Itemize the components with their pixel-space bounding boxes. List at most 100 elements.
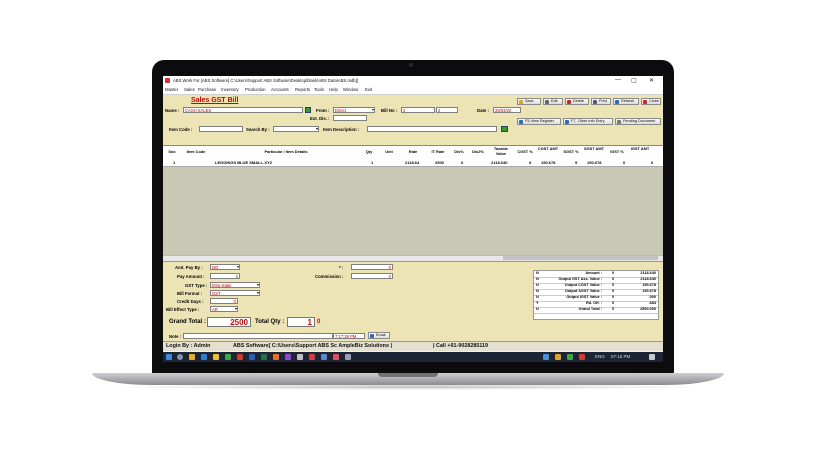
add-item-icon[interactable]: [501, 126, 508, 132]
email-button[interactable]: Email: [368, 332, 390, 339]
start-icon[interactable]: [166, 354, 172, 360]
abs-app-icon[interactable]: [309, 354, 315, 360]
save-button[interactable]: Save: [517, 98, 541, 105]
edit-button[interactable]: Edit: [543, 98, 563, 105]
view-register-button[interactable]: F5-View Register: [517, 118, 561, 125]
form-heading: Sales GST Bill: [191, 97, 239, 104]
bill-effect-select[interactable]: AR: [210, 306, 238, 312]
gst-type-select[interactable]: Intra-State: [210, 282, 260, 288]
document-icon: [617, 120, 621, 124]
commission-field[interactable]: 0: [351, 273, 393, 279]
menu-inventory[interactable]: Inventory: [221, 87, 239, 92]
app-blue-icon[interactable]: [321, 354, 327, 360]
menu-accounts[interactable]: Accounts: [271, 87, 289, 92]
edge-icon[interactable]: [201, 354, 207, 360]
app-orange-icon[interactable]: [273, 354, 279, 360]
col-rate: Rate: [408, 149, 418, 154]
minimize-button[interactable]: —: [615, 77, 621, 83]
bill-format-label: Bill Format :: [177, 291, 203, 296]
menu-reports[interactable]: Reports: [295, 87, 310, 92]
name-field[interactable]: CASH SALES: [183, 107, 303, 113]
tray-icon[interactable]: [543, 354, 549, 360]
cell-sgst-pct: 9: [575, 160, 578, 165]
tray-icon[interactable]: [555, 354, 561, 360]
app-purple-icon[interactable]: [285, 354, 291, 360]
status-bar: Login By : Admin ABS Software[ C:\Users\…: [163, 341, 663, 351]
from-select[interactable]: Direct: [333, 107, 375, 113]
menu-tools[interactable]: Tools: [314, 87, 324, 92]
language-indicator[interactable]: ENG: [595, 354, 605, 359]
close-button[interactable]: Close: [641, 98, 661, 105]
menu-exit[interactable]: Exit: [365, 87, 372, 92]
mail-icon: [370, 334, 374, 338]
table-row[interactable]: 1 LEGGINGS BLUE SMALL-XYZ 1 2118.64 2500…: [163, 159, 663, 167]
save-icon: [519, 100, 523, 104]
folder-icon[interactable]: [213, 354, 219, 360]
pay-amount-field[interactable]: 0: [210, 273, 240, 279]
menu-master[interactable]: Master: [165, 87, 178, 92]
menu-help[interactable]: Help: [329, 87, 338, 92]
col-item-code: Item Code: [186, 149, 206, 154]
billno-suffix-field[interactable]: 2: [436, 107, 458, 113]
credit-days-label: Credit Days :: [177, 299, 204, 304]
scrollbar-thumb[interactable]: [503, 256, 658, 260]
itemdesc-field[interactable]: [367, 126, 497, 132]
col-sgst-pct: SGST %: [563, 149, 579, 154]
col-sno: Sno: [168, 149, 176, 154]
app-pink-icon[interactable]: [333, 354, 339, 360]
window-title: ABS Work For [ABS Software] C:\Users\Sup…: [173, 78, 358, 83]
notification-icon[interactable]: [649, 354, 655, 360]
summary-row: N Grand Total :0 2500.000: [534, 307, 658, 314]
app-gray-icon[interactable]: [297, 354, 303, 360]
print-button[interactable]: Print: [591, 98, 611, 105]
menu-window[interactable]: Window: [343, 87, 358, 92]
menu-purchase[interactable]: Purchase: [198, 87, 216, 92]
word-icon[interactable]: [249, 354, 255, 360]
bill-header: Sales GST Bill Name : CASH SALES From : …: [163, 95, 663, 145]
refresh-icon: [615, 100, 619, 104]
other-info-button[interactable]: F7- Other Info Entry: [563, 118, 613, 125]
menu-production[interactable]: Production: [245, 87, 266, 92]
note-label: Note :: [169, 334, 182, 339]
maximize-button[interactable]: ▢: [631, 77, 637, 84]
date-field[interactable]: 28/03/20: [493, 107, 521, 113]
close-window-button[interactable]: ✕: [649, 77, 654, 84]
menu-sales[interactable]: Sales: [184, 87, 195, 92]
extdis-field[interactable]: [333, 115, 367, 121]
name-label: Name :: [165, 108, 180, 113]
cell-particulars: LEGGINGS BLUE SMALL-XYZ: [215, 160, 273, 165]
note-field[interactable]: [183, 333, 333, 339]
refresh-button[interactable]: Refresh: [613, 98, 639, 105]
status-call: | Call +91-9028285119: [433, 343, 489, 349]
printer-icon: [593, 100, 597, 104]
cell-it-rate: 2500: [435, 160, 444, 165]
amt-pay-by-select[interactable]: NO: [210, 264, 240, 270]
col-igst-amt: IGST AMT: [630, 146, 650, 151]
taskbar-clock[interactable]: 07:15 PM: [611, 354, 630, 359]
explorer-icon[interactable]: [189, 354, 195, 360]
payment-section: Amt. Pay By : NO Pay Amount : 0 GST Type…: [163, 261, 663, 351]
itemcode-field[interactable]: [199, 126, 243, 132]
pencil-icon: [545, 100, 549, 104]
bill-format-select[interactable]: GST: [210, 290, 260, 296]
pending-document-button[interactable]: Pending Document: [615, 118, 661, 125]
searchby-select[interactable]: [273, 126, 319, 132]
total-qty-field: 1: [287, 317, 315, 327]
tray-icon[interactable]: [567, 354, 573, 360]
from-label: From :: [316, 108, 330, 113]
search-icon[interactable]: [177, 354, 183, 360]
time-field: 7:17:28 PM: [333, 333, 365, 339]
chrome-icon[interactable]: [225, 354, 231, 360]
app-slate-icon[interactable]: [345, 354, 351, 360]
star-field[interactable]: 0: [351, 264, 393, 270]
billno-field[interactable]: 2: [401, 107, 435, 113]
credit-days-field[interactable]: 0: [210, 298, 238, 304]
amt-pay-by-label: Amt. Pay By :: [175, 265, 203, 270]
app-red-icon[interactable]: [237, 354, 243, 360]
excel-icon[interactable]: [261, 354, 267, 360]
add-party-icon[interactable]: [305, 107, 311, 113]
cell-taxable: 2118.640: [491, 160, 508, 165]
tray-icon[interactable]: [579, 354, 585, 360]
delete-button[interactable]: Delete: [565, 98, 589, 105]
cell-igst-pct: 0: [623, 160, 626, 165]
